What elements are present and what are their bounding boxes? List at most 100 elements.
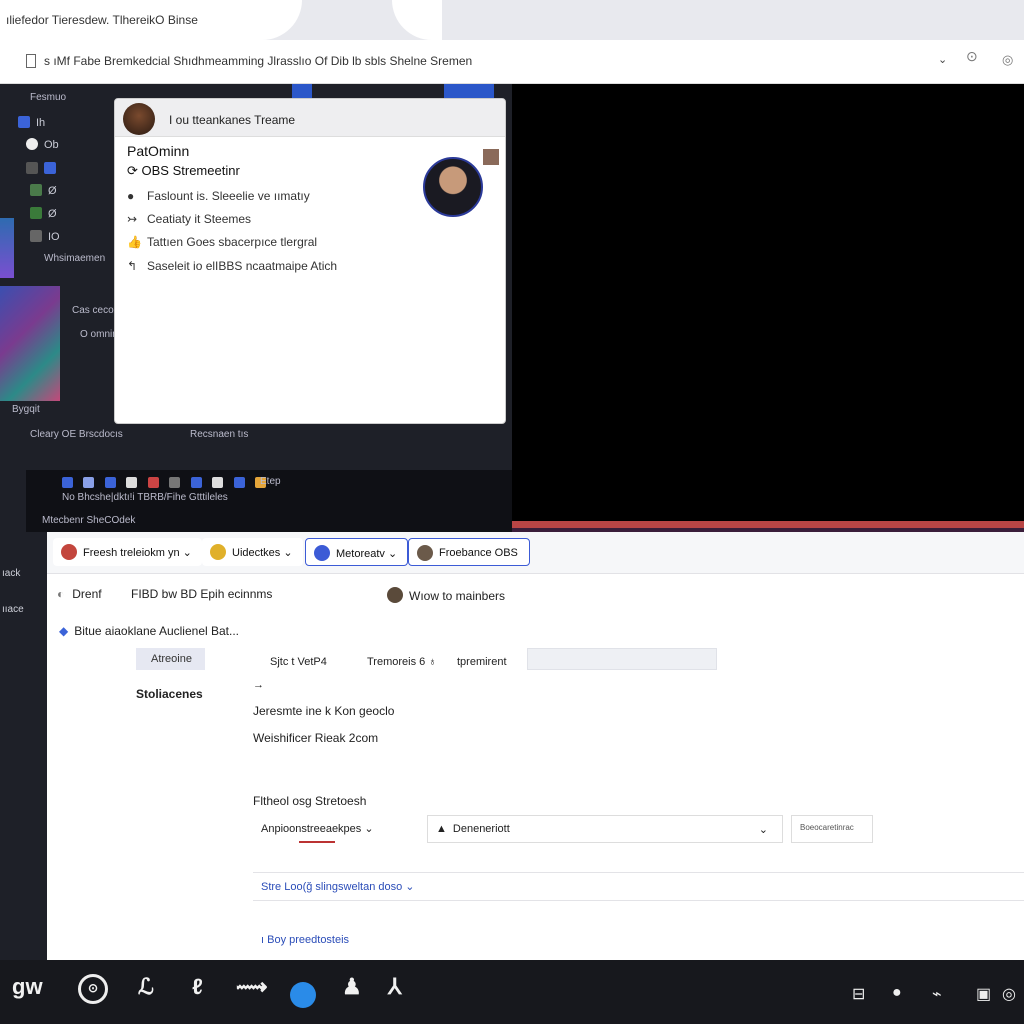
tool-icon[interactable] [104,477,116,488]
popup-item[interactable]: ● Faslount is. Sleeelie ve ıımatıy [127,189,310,203]
link-settings[interactable]: Stre Loo(ğ slingsweltan doso ⌄ [261,880,415,893]
settings-icon[interactable]: ◎ [1002,984,1016,1004]
bullet-icon: ● [127,189,135,203]
select-dropdown[interactable]: Anpioonstreeaekpes ⌄ [253,815,403,843]
toolbar-label: Etep [260,476,281,487]
active-app-icon[interactable] [290,982,316,1008]
globe-icon: ◆ [59,624,69,638]
brush-icon[interactable]: ℓ [192,974,203,1000]
pen-icon[interactable]: ℒ [138,974,154,1000]
divider [253,872,1024,873]
avatar [387,587,403,603]
user-icon [44,162,56,174]
battery-icon[interactable]: ⊟ [852,984,865,1004]
profile-icon [18,116,30,128]
tool-icon[interactable] [190,477,202,488]
chip-avatar [314,545,330,561]
obs-row[interactable]: Ih [18,116,45,129]
tab-curve [222,0,302,40]
tool-icon[interactable] [83,477,95,488]
field-label: Sjtc t VetP4 [270,656,327,668]
profile-popup: I ou tteankanes Treame PatOminn ⟳ OBS St… [114,98,506,424]
row2-text: FIBD bw BD Epih ecinnms [131,587,273,601]
network-icon[interactable]: ⌁ [932,984,942,1004]
tool-icon[interactable] [212,477,224,488]
group-label: Fltheol osg Stretoesh [253,794,367,808]
obs-menu-label: Fesmuo [30,92,67,103]
setting-line: Weishificer Rieak 2com [253,731,379,745]
pin-icon[interactable]: ⊙ [966,48,978,65]
source-label: Cas cecox [72,305,119,316]
strip-label[interactable]: ııace [2,604,24,615]
chip-updates[interactable]: Uidectkes ⌄ [202,538,303,566]
notification-icon[interactable]: ▣ [976,984,991,1004]
wave-icon[interactable]: ⟿ [236,974,268,1000]
profile-avatar[interactable] [423,157,483,217]
gear-icon: ◐ [57,587,65,601]
user-icon[interactable]: ● [892,984,902,1002]
tool-icon[interactable]: ⅄ [388,974,401,1000]
members-row[interactable]: Wıow to mainbers [387,587,505,603]
strip-label[interactable]: ıack [2,568,20,579]
toolbar-line: No Bhcshe|dktı!i TBRB/Fihe Gtttileles [62,492,228,503]
address-bar[interactable]: s ıMf Fabe Bremkedcial Shıdhmeamming Jlr… [0,40,1024,84]
thumbnail-icon [483,149,499,165]
profile-name: PatOminn [127,143,190,159]
scene-thumbnail[interactable] [0,286,60,401]
face-icon[interactable]: ⊙ [78,974,108,1004]
flag-icon: ▲ [436,823,447,835]
tool-icon[interactable] [126,477,138,488]
monitor-icon [26,162,38,174]
draft-row[interactable]: ◐ Drenf [57,587,102,601]
settings-heading: Stoliacenes [136,687,203,701]
controls-label[interactable]: Recsnaen tıs [190,429,248,440]
accent-line [292,84,312,98]
tool-icon[interactable] [62,477,73,488]
obs-row[interactable]: IO [30,230,60,243]
popup-item[interactable]: 👍 Tattıen Goes sbacerpıce tlergral [127,235,317,249]
tag-button[interactable]: Atreoine [136,648,205,670]
text-input[interactable] [527,648,717,670]
chip-fresh[interactable]: Freesh treleiokm yn ⌄ [53,538,202,566]
chip-row: Freesh treleiokm yn ⌄ Uidectkes ⌄ Metore… [47,532,1024,574]
toggle-icon[interactable]: → [253,679,264,691]
page-title: s ıMf Fabe Bremkedcial Shıdhmeamming Jlr… [44,54,473,68]
chip-avatar [210,544,226,560]
stream-preview[interactable] [512,84,1024,553]
obs-row[interactable] [26,162,62,175]
obs-icon: ⟳ [127,163,142,178]
scene-icon [30,230,42,242]
chevron-down-icon[interactable]: ⌄ [938,53,947,66]
obs-row[interactable]: Ob [26,138,59,151]
controls-label[interactable]: Cleary OE Brscdocıs [30,429,123,440]
scene-icon [30,207,42,219]
tool-icon[interactable] [169,477,181,488]
setting-line: Jeresmte ine k Kon geoclo [253,704,395,718]
obs-small-label: Bygqit [12,404,40,415]
toolbar-icons [62,475,272,493]
chip-obs[interactable]: Froebance OBS [408,538,530,566]
browser-tab-bar: ıliefedor Tieresdew. TlhereikO Binse [0,0,1024,40]
browser-tab[interactable]: ıliefedor Tieresdew. TlhereikO Binse [0,0,222,40]
link-bottom[interactable]: ı Boy preedtosteis [261,934,349,946]
chip-moderate[interactable]: Metoreatv ⌄ [305,538,409,566]
section-title: ◆ Bitue aiaoklane Auclienel Bat... [59,624,240,638]
obs-footer: Mtecbenr SheCOdek [42,515,136,526]
popup-item[interactable]: ↣ Ceatiaty it Steemes [127,212,251,226]
scene-thumbnail [0,218,14,278]
popup-item[interactable]: ↰ Saseleit io elIBBS ncaatmaipe Atich [127,259,337,273]
obs-row[interactable]: Ø [30,207,57,220]
avatar [123,103,155,135]
underline [299,841,335,843]
lock-icon[interactable]: ◎ [1002,52,1013,68]
person-icon[interactable]: ♟ [342,974,362,1000]
thumbs-up-icon: 👍 [127,235,142,249]
tool-icon[interactable] [147,477,159,488]
record-icon [26,138,38,150]
small-button[interactable]: Boeocaretinrac [791,815,873,843]
app-logo-icon[interactable]: gw [12,974,43,1000]
select-dropdown[interactable]: ▲ Deneneriott ⌄ [427,815,783,843]
obs-row[interactable]: Ø [30,184,57,197]
field-label: tpremirent [457,656,507,668]
tool-icon[interactable] [233,477,245,488]
